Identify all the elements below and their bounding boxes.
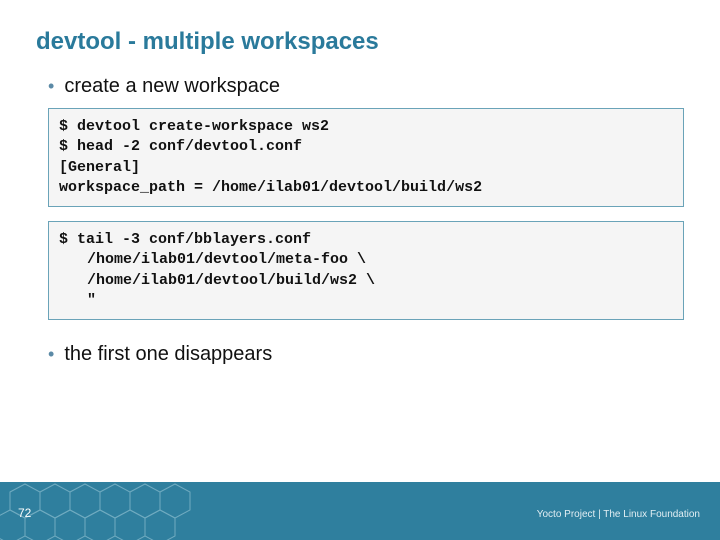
hex-pattern-icon (0, 482, 260, 540)
bullet-dot-icon: • (48, 342, 54, 366)
footer-band: 72 Yocto Project | The Linux Foundation (0, 482, 720, 540)
bullet-text-1: create a new workspace (64, 74, 280, 98)
code1-l4: workspace_path = /home/ilab01/devtool/bu… (59, 179, 482, 196)
code-block-1: $ devtool create-workspace ws2 $ head -2… (48, 108, 684, 207)
footer-right-text: Yocto Project | The Linux Foundation (537, 509, 700, 520)
code1-l1: $ devtool create-workspace ws2 (59, 118, 329, 135)
slide-title: devtool - multiple workspaces (0, 0, 720, 56)
code1-l2: $ head -2 conf/devtool.conf (59, 138, 302, 155)
bullet-item-1: • create a new workspace (0, 74, 720, 98)
bullet-item-2: • the first one disappears (0, 342, 720, 366)
bullet-dot-icon: • (48, 74, 54, 98)
code2-l2: /home/ilab01/devtool/meta-foo \ (59, 250, 673, 270)
code2-l4: " (59, 291, 673, 311)
code2-l1: $ tail -3 conf/bblayers.conf (59, 231, 311, 248)
slide: devtool - multiple workspaces • create a… (0, 0, 720, 540)
code-block-2: $ tail -3 conf/bblayers.conf /home/ilab0… (48, 221, 684, 320)
bullet-text-2: the first one disappears (64, 342, 272, 366)
page-number: 72 (18, 506, 31, 520)
code2-l3: /home/ilab01/devtool/build/ws2 \ (59, 271, 673, 291)
code1-l3: [General] (59, 159, 140, 176)
